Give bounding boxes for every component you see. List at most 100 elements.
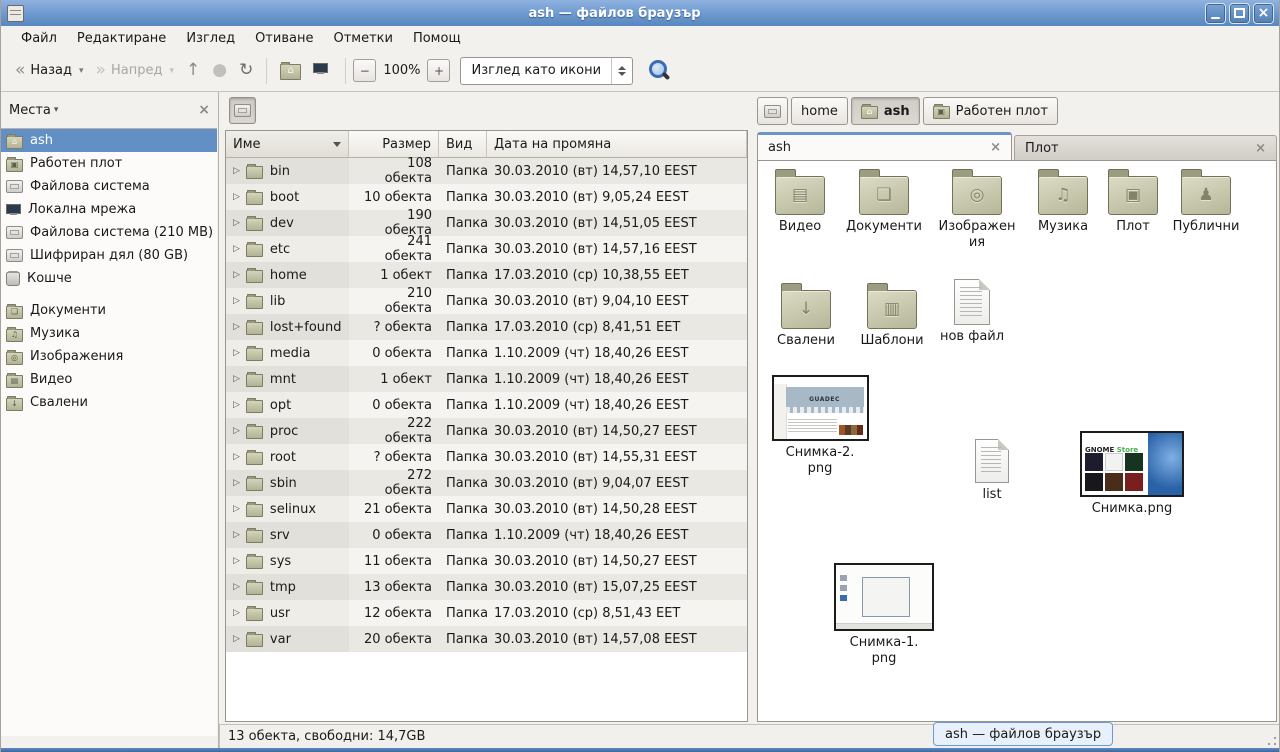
sidebar-item-pictures[interactable]: ◎ Изображения: [1, 345, 217, 368]
sidebar-item-filesystem[interactable]: Файлова система: [1, 175, 217, 198]
tab-close-icon[interactable]: ×: [1255, 141, 1266, 156]
maximize-button[interactable]: [1229, 3, 1250, 24]
sidebar-item-local-network[interactable]: Локална мрежа: [1, 198, 217, 221]
expander-icon[interactable]: ▷: [233, 556, 240, 566]
sidebar-item-filesystem-210mb[interactable]: Файлова система (210 MB): [1, 221, 217, 244]
back-button[interactable]: « Назад ▾: [9, 57, 90, 84]
breadcrumb-home-button[interactable]: home: [791, 97, 848, 125]
column-header-type[interactable]: Вид: [439, 131, 487, 157]
expander-icon[interactable]: ▷: [233, 166, 240, 176]
search-button[interactable]: [647, 59, 671, 83]
table-row[interactable]: ▷root? обектаПапка30.03.2010 (вт) 14,55,…: [226, 444, 747, 470]
menu-go[interactable]: Отиване: [245, 28, 323, 49]
reload-button[interactable]: ↻: [233, 57, 259, 84]
sidebar-item-trash[interactable]: Кошче: [1, 267, 217, 290]
expander-icon[interactable]: ▷: [233, 348, 240, 358]
column-header-date[interactable]: Дата на промяна: [487, 131, 747, 157]
view-mode-spinner-icon[interactable]: [611, 58, 632, 84]
table-row[interactable]: ▷usr12 обектаПапка17.03.2010 (ср) 8,51,4…: [226, 600, 747, 626]
sidebar-item-documents[interactable]: ❏ Документи: [1, 299, 217, 322]
tab-close-icon[interactable]: ×: [990, 140, 1001, 155]
menu-file[interactable]: Файл: [11, 28, 67, 49]
expander-icon[interactable]: ▷: [233, 218, 240, 228]
icon-item-list[interactable]: list: [954, 439, 1030, 503]
expander-icon[interactable]: ▷: [233, 530, 240, 540]
table-row[interactable]: ▷home1 обектПапка17.03.2010 (ср) 10,38,5…: [226, 262, 747, 288]
expander-icon[interactable]: ▷: [233, 608, 240, 618]
table-row[interactable]: ▷proc222 обектаПапка30.03.2010 (вт) 14,5…: [226, 418, 747, 444]
icon-item-templates[interactable]: ▥ Шаблони: [850, 281, 934, 349]
icon-item-documents[interactable]: ❏ Документи: [840, 167, 928, 235]
sidebar-close-icon[interactable]: ×: [198, 102, 210, 118]
back-history-caret-icon[interactable]: ▾: [79, 66, 84, 76]
stop-button[interactable]: ●: [206, 57, 233, 84]
sidebar-item-home[interactable]: ⌂ ash: [1, 129, 217, 152]
expander-icon[interactable]: ▷: [233, 504, 240, 514]
table-row[interactable]: ▷boot10 обектаПапка30.03.2010 (вт) 9,05,…: [226, 184, 747, 210]
expander-icon[interactable]: ▷: [233, 426, 240, 436]
tab-ash[interactable]: ash ×: [757, 132, 1012, 160]
expander-icon[interactable]: ▷: [233, 452, 240, 462]
table-row[interactable]: ▷etc241 обектаПапка30.03.2010 (вт) 14,57…: [226, 236, 747, 262]
icon-item-snimka1[interactable]: Снимка-1. png: [832, 563, 936, 667]
table-row[interactable]: ▷tmp13 обектаПапка30.03.2010 (вт) 15,07,…: [226, 574, 747, 600]
icon-item-new-file[interactable]: нов файл: [934, 279, 1010, 345]
sidebar-selector-caret-icon[interactable]: ▾: [54, 105, 198, 115]
breadcrumb-ash-button[interactable]: ⌂ ash: [851, 97, 920, 125]
icon-item-public[interactable]: ♟ Публични: [1166, 167, 1246, 235]
expander-icon[interactable]: ▷: [233, 478, 240, 488]
expander-icon[interactable]: ▷: [233, 270, 240, 280]
table-row[interactable]: ▷opt0 обектаПапка1.10.2009 (чт) 18,40,26…: [226, 392, 747, 418]
icon-item-snimka[interactable]: GNOME Store Снимка.png: [1076, 431, 1188, 517]
expander-icon[interactable]: ▷: [233, 244, 240, 254]
icon-item-snimka2[interactable]: GUADEC Снимка-2. png: [768, 375, 872, 477]
expander-icon[interactable]: ▷: [233, 192, 240, 202]
view-mode-select[interactable]: Изглед като икони: [460, 57, 633, 85]
table-row[interactable]: ▷bin108 обектаПапка30.03.2010 (вт) 14,57…: [226, 158, 747, 184]
icon-item-pictures[interactable]: ◎ Изображен ия: [934, 167, 1020, 251]
icon-item-desktop[interactable]: ▣ Плот: [1102, 167, 1164, 235]
expander-icon[interactable]: ▷: [233, 400, 240, 410]
table-row[interactable]: ▷sbin272 обектаПапка30.03.2010 (вт) 9,04…: [226, 470, 747, 496]
close-button[interactable]: ×: [1253, 3, 1274, 24]
menu-help[interactable]: Помощ: [403, 28, 471, 49]
menu-view[interactable]: Изглед: [176, 28, 245, 49]
sidebar-title[interactable]: Места: [9, 103, 51, 118]
table-row[interactable]: ▷sys11 обектаПапка30.03.2010 (вт) 14,50,…: [226, 548, 747, 574]
table-row[interactable]: ▷dev190 обектаПапка30.03.2010 (вт) 14,51…: [226, 210, 747, 236]
tab-plot[interactable]: Плот ×: [1014, 135, 1277, 160]
sidebar-item-video[interactable]: ▤ Видео: [1, 368, 217, 391]
sidebar-item-encrypted-volume[interactable]: Шифриран дял (80 GB): [1, 244, 217, 267]
table-row[interactable]: ▷mnt1 обектПапка1.10.2009 (чт) 18,40,26 …: [226, 366, 747, 392]
forward-button[interactable]: » Напред ▾: [90, 57, 180, 84]
minimize-button[interactable]: [1205, 3, 1226, 24]
expander-icon[interactable]: ▷: [233, 374, 240, 384]
table-row[interactable]: ▷lib210 обектаПапка30.03.2010 (вт) 9,04,…: [226, 288, 747, 314]
root-location-button[interactable]: [229, 97, 256, 124]
column-header-size[interactable]: Размер: [349, 131, 439, 157]
computer-button[interactable]: [307, 58, 338, 83]
table-row[interactable]: ▷var20 обектаПапка30.03.2010 (вт) 14,57,…: [226, 626, 747, 652]
expander-icon[interactable]: ▷: [233, 322, 240, 332]
expander-icon[interactable]: ▷: [233, 634, 240, 644]
home-button[interactable]: ⌂: [274, 56, 307, 85]
sidebar-item-downloads[interactable]: ↓ Свалени: [1, 391, 217, 414]
sidebar-item-music[interactable]: ♫ Музика: [1, 322, 217, 345]
column-header-name[interactable]: Име: [226, 131, 349, 157]
table-row[interactable]: ▷selinux21 обектаПапка30.03.2010 (вт) 14…: [226, 496, 747, 522]
expander-icon[interactable]: ▷: [233, 296, 240, 306]
zoom-in-button[interactable]: +: [427, 59, 450, 82]
table-row[interactable]: ▷media0 обектаПапка1.10.2009 (чт) 18,40,…: [226, 340, 747, 366]
menu-bookmarks[interactable]: Отметки: [323, 28, 402, 49]
table-row[interactable]: ▷lost+found? обектаПапка17.03.2010 (ср) …: [226, 314, 747, 340]
resize-grip[interactable]: [1267, 736, 1277, 746]
table-row[interactable]: ▷srv0 обектаПапка1.10.2009 (чт) 18,40,26…: [226, 522, 747, 548]
breadcrumb-desktop-button[interactable]: ▣ Работен плот: [923, 97, 1058, 125]
expander-icon[interactable]: ▷: [233, 582, 240, 592]
icon-item-video[interactable]: ▤ Видео: [762, 167, 838, 235]
menu-edit[interactable]: Редактиране: [67, 28, 176, 49]
zoom-out-button[interactable]: −: [353, 59, 376, 82]
up-button[interactable]: ↑: [180, 57, 206, 84]
breadcrumb-root-button[interactable]: [757, 97, 788, 125]
sidebar-item-desktop[interactable]: ▣ Работен плот: [1, 152, 217, 175]
